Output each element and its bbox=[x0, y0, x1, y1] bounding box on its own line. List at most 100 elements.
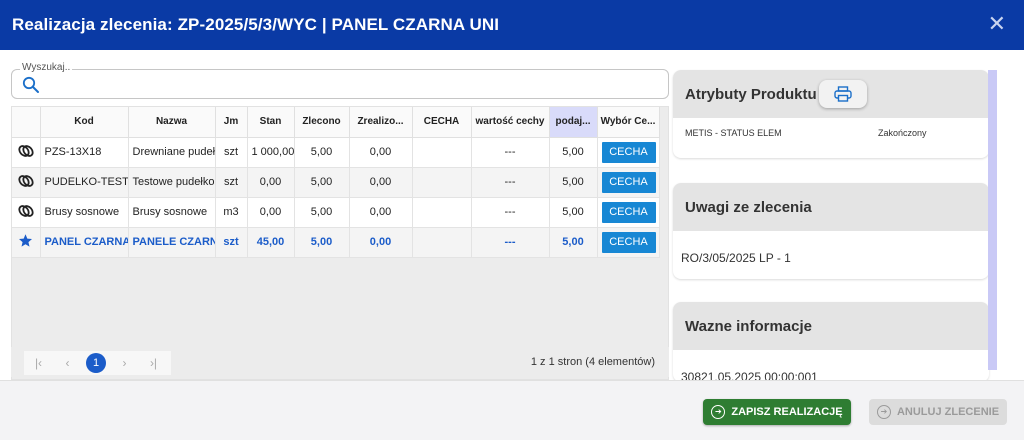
cell-jm: szt bbox=[215, 227, 248, 258]
cecha-button[interactable]: CECHA bbox=[601, 231, 656, 253]
notes-text: RO/3/05/2025 LP - 1 bbox=[681, 251, 791, 265]
cell-zlecono: 5,00 bbox=[294, 167, 350, 198]
attributes-card: Atrybuty Produktu METIS - STATUS ELEM Za… bbox=[673, 70, 989, 158]
col-header-kod[interactable]: Kod bbox=[40, 107, 129, 138]
col-header-zrealizowano[interactable]: Zrealizo... bbox=[349, 107, 413, 138]
cell-jm: m3 bbox=[215, 197, 248, 228]
cell-podaj[interactable]: 5,00 bbox=[549, 227, 598, 258]
items-grid: Kod Nazwa Jm Stan Zlecono Zrealizo... CE… bbox=[11, 106, 669, 380]
save-realization-button[interactable]: ➔ ZAPISZ REALIZACJĘ bbox=[703, 399, 851, 425]
cell-stan: 1 000,00 bbox=[247, 137, 295, 168]
close-icon[interactable]: ✕ bbox=[988, 13, 1006, 35]
cell-stan: 0,00 bbox=[247, 167, 295, 198]
cecha-button[interactable]: CECHA bbox=[601, 171, 656, 193]
link-icon bbox=[18, 204, 34, 217]
dialog-footer: ➔ ZAPISZ REALIZACJĘ ➔ ANULUJ ZLECENIE bbox=[0, 380, 1024, 440]
cell-wartosc-cechy: --- bbox=[471, 197, 550, 228]
row-icon-cell bbox=[12, 167, 41, 198]
col-header-podaj[interactable]: podaj... bbox=[549, 107, 598, 138]
cell-cecha bbox=[412, 137, 472, 168]
notes-card: Uwagi ze zlecenia RO/3/05/2025 LP - 1 bbox=[673, 183, 989, 279]
important-info-text: 30821.05.2025 00:00:001 bbox=[681, 370, 818, 382]
dialog-content: Wyszukaj.. Kod Nazwa Jm Stan Zlecono Zre… bbox=[0, 50, 1024, 382]
cell-podaj[interactable]: 5,00 bbox=[549, 137, 598, 168]
cell-cecha bbox=[412, 197, 472, 228]
col-header-icon bbox=[12, 107, 41, 138]
important-info-title: Wazne informacje bbox=[685, 317, 812, 335]
cell-cecha bbox=[412, 227, 472, 258]
important-info-header: Wazne informacje bbox=[673, 302, 989, 350]
attributes-title: Atrybuty Produktu bbox=[685, 85, 817, 103]
cell-zrealizowano: 0,00 bbox=[349, 197, 413, 228]
search-label: Wyszukaj.. bbox=[20, 62, 73, 73]
cell-jm: szt bbox=[215, 167, 248, 198]
cell-zlecono: 5,00 bbox=[294, 197, 350, 228]
cancel-order-label: ANULUJ ZLECENIE bbox=[896, 406, 1000, 418]
search-input[interactable]: Wyszukaj.. bbox=[11, 62, 669, 99]
notes-header: Uwagi ze zlecenia bbox=[673, 183, 989, 231]
attribute-row: METIS - STATUS ELEM Zakończony bbox=[673, 118, 989, 138]
cell-wybor-cechy: CECHA bbox=[597, 197, 660, 228]
cell-stan: 0,00 bbox=[247, 197, 295, 228]
row-icon-cell bbox=[12, 227, 41, 258]
col-header-wartosc-cechy[interactable]: wartość cechy bbox=[471, 107, 550, 138]
arrow-right-circle-icon: ➔ bbox=[711, 405, 726, 419]
col-header-wybor-cechy[interactable]: Wybór Ce... bbox=[597, 107, 660, 138]
attribute-value: Zakończony bbox=[878, 128, 927, 138]
cell-nazwa: Drewniane pudełko bbox=[128, 137, 216, 168]
cell-podaj[interactable]: 5,00 bbox=[549, 167, 598, 198]
pager-controls: |‹ ‹ 1 › ›| bbox=[24, 351, 171, 375]
star-icon bbox=[19, 234, 33, 247]
link-icon bbox=[18, 144, 34, 157]
cell-wybor-cechy: CECHA bbox=[597, 137, 660, 168]
table-row-selected[interactable]: PANEL CZARNA UNI PANELE CZARNA UNI szt 4… bbox=[12, 227, 660, 258]
col-header-stan[interactable]: Stan bbox=[247, 107, 295, 138]
cecha-button[interactable]: CECHA bbox=[601, 201, 656, 223]
cell-kod: PANEL CZARNA UNI bbox=[40, 227, 129, 258]
cell-wartosc-cechy: --- bbox=[471, 137, 550, 168]
search-icon bbox=[22, 76, 39, 93]
items-table: Kod Nazwa Jm Stan Zlecono Zrealizo... CE… bbox=[12, 107, 660, 258]
link-icon bbox=[18, 174, 34, 187]
cell-zrealizowano: 0,00 bbox=[349, 227, 413, 258]
row-icon-cell bbox=[12, 137, 41, 168]
pager-current-page[interactable]: 1 bbox=[86, 353, 106, 373]
cell-podaj[interactable]: 5,00 bbox=[549, 197, 598, 228]
printer-icon bbox=[834, 86, 852, 102]
row-icon-cell bbox=[12, 197, 41, 228]
table-row[interactable]: PUDELKO-TESTOWE Testowe pudełko 10 szt 0… bbox=[12, 167, 660, 198]
cell-nazwa: PANELE CZARNA UNI bbox=[128, 227, 216, 258]
notes-title: Uwagi ze zlecenia bbox=[685, 198, 812, 216]
pager-prev-button[interactable]: ‹ bbox=[53, 356, 82, 370]
table-row[interactable]: Brusy sosnowe Brusy sosnowe m3 0,00 5,00… bbox=[12, 197, 660, 228]
cell-kod: PUDELKO-TESTOWE bbox=[40, 167, 129, 198]
pager: |‹ ‹ 1 › ›| 1 z 1 stron (4 elementów) bbox=[11, 347, 669, 377]
col-header-jm[interactable]: Jm bbox=[215, 107, 248, 138]
cell-zlecono: 5,00 bbox=[294, 227, 350, 258]
cell-zlecono: 5,00 bbox=[294, 137, 350, 168]
cell-wybor-cechy: CECHA bbox=[597, 227, 660, 258]
col-header-zlecono[interactable]: Zlecono bbox=[294, 107, 350, 138]
cell-zrealizowano: 0,00 bbox=[349, 137, 413, 168]
cell-nazwa: Testowe pudełko 10 bbox=[128, 167, 216, 198]
table-header-row: Kod Nazwa Jm Stan Zlecono Zrealizo... CE… bbox=[12, 107, 660, 138]
cell-kod: Brusy sosnowe bbox=[40, 197, 129, 228]
print-button[interactable] bbox=[819, 80, 867, 108]
cancel-order-button: ➔ ANULUJ ZLECENIE bbox=[869, 399, 1007, 425]
panel-scrollbar[interactable] bbox=[988, 70, 997, 370]
cell-jm: szt bbox=[215, 137, 248, 168]
cell-kod: PZS-13X18 bbox=[40, 137, 129, 168]
col-header-cecha[interactable]: CECHA bbox=[412, 107, 472, 138]
dialog-titlebar: Realizacja zlecenia: ZP-2025/5/3/WYC | P… bbox=[0, 0, 1024, 50]
pager-last-button[interactable]: ›| bbox=[139, 356, 168, 370]
cell-wartosc-cechy: --- bbox=[471, 227, 550, 258]
arrow-right-circle-icon: ➔ bbox=[876, 405, 891, 419]
pager-first-button[interactable]: |‹ bbox=[24, 356, 53, 370]
cecha-button[interactable]: CECHA bbox=[601, 141, 656, 163]
cell-zrealizowano: 0,00 bbox=[349, 167, 413, 198]
col-header-nazwa[interactable]: Nazwa bbox=[128, 107, 216, 138]
table-row[interactable]: PZS-13X18 Drewniane pudełko szt 1 000,00… bbox=[12, 137, 660, 168]
pager-next-button[interactable]: › bbox=[110, 356, 139, 370]
save-realization-label: ZAPISZ REALIZACJĘ bbox=[731, 406, 843, 418]
cell-cecha bbox=[412, 167, 472, 198]
